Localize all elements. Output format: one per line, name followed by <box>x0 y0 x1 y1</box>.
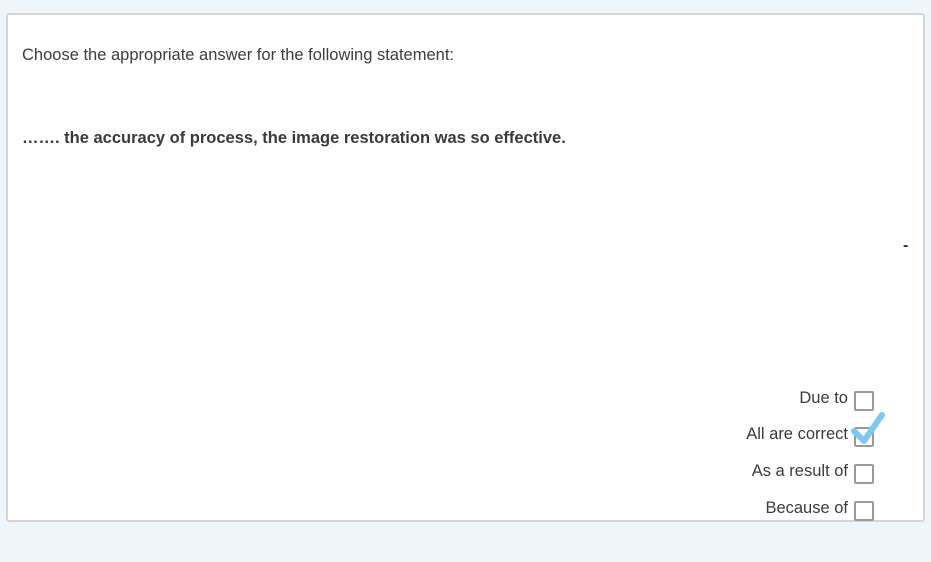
option-checkbox[interactable] <box>851 412 885 447</box>
option-because-of[interactable]: Because of <box>765 495 874 521</box>
option-checkbox[interactable] <box>854 391 874 411</box>
dash-marker: - <box>903 237 909 254</box>
question-card: Choose the appropriate answer for the fo… <box>6 13 925 522</box>
option-label: Because of <box>765 498 848 517</box>
option-label: All are correct <box>746 424 848 443</box>
check-mark-icon <box>851 412 885 444</box>
option-label: Due to <box>799 388 848 407</box>
option-checkbox[interactable] <box>854 501 874 521</box>
option-all-are-correct[interactable]: All are correct <box>746 412 885 447</box>
option-as-a-result-of[interactable]: As a result of <box>752 458 874 484</box>
option-checkbox[interactable] <box>854 464 874 484</box>
option-label: As a result of <box>751 461 848 480</box>
option-due-to[interactable]: Due to <box>799 385 874 411</box>
question-statement: ……. the accuracy of process, the image r… <box>22 129 566 147</box>
question-instruction: Choose the appropriate answer for the fo… <box>22 46 454 64</box>
